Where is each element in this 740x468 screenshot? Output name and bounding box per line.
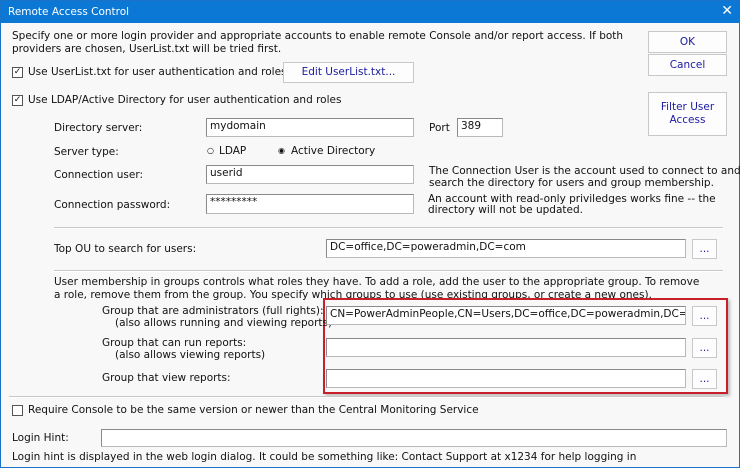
admin-group-browse-button[interactable]: ... bbox=[692, 306, 717, 326]
close-icon[interactable]: ✕ bbox=[721, 3, 733, 19]
login-hint-help: Login hint is displayed in the web login… bbox=[12, 451, 637, 463]
remote-access-dialog: Remote Access Control ✕ Specify one or m… bbox=[0, 0, 740, 468]
port-input[interactable]: 389 bbox=[457, 118, 503, 137]
login-hint-label: Login Hint: bbox=[12, 432, 69, 444]
connection-password-input[interactable]: ********* bbox=[206, 194, 414, 214]
cancel-button[interactable]: Cancel bbox=[648, 54, 727, 76]
run-reports-group-browse-button[interactable]: ... bbox=[692, 338, 717, 358]
require-console-checkbox[interactable] bbox=[12, 405, 23, 416]
connection-user-help-1: The Connection User is the account used … bbox=[429, 165, 740, 177]
membership-text-1: User membership in groups controls what … bbox=[54, 276, 700, 288]
divider bbox=[9, 396, 723, 398]
connection-user-label: Connection user: bbox=[54, 169, 144, 181]
port-label: Port bbox=[429, 122, 450, 134]
use-userlist-checkbox[interactable]: ✓ bbox=[12, 67, 23, 78]
run-reports-group-sublabel: (also allows viewing reports) bbox=[115, 349, 266, 361]
divider bbox=[54, 270, 723, 272]
admin-group-sublabel: (also allows running and viewing reports… bbox=[115, 317, 333, 329]
view-reports-group-label: Group that view reports: bbox=[102, 372, 231, 384]
use-ldap-label: Use LDAP/Active Directory for user authe… bbox=[28, 94, 342, 106]
ldap-radio[interactable]: ○ bbox=[206, 147, 215, 156]
ok-button[interactable]: OK bbox=[648, 31, 727, 53]
server-type-label: Server type: bbox=[54, 146, 119, 158]
directory-server-label: Directory server: bbox=[54, 122, 143, 134]
filter-user-access-button[interactable]: Filter User Access bbox=[648, 92, 727, 136]
divider bbox=[54, 227, 723, 229]
view-reports-group-input[interactable] bbox=[326, 369, 686, 388]
connection-password-help-2: directory will not be updated. bbox=[428, 204, 583, 216]
require-console-label: Require Console to be the same version o… bbox=[28, 404, 479, 416]
connection-password-label: Connection password: bbox=[54, 199, 171, 211]
top-ou-input[interactable]: DC=office,DC=poweradmin,DC=com bbox=[326, 239, 686, 258]
edit-userlist-button[interactable]: Edit UserList.txt... bbox=[283, 62, 414, 83]
top-ou-browse-button[interactable]: ... bbox=[692, 239, 717, 259]
admin-group-label: Group that are administrators (full righ… bbox=[102, 305, 324, 317]
window-title: Remote Access Control bbox=[8, 6, 130, 18]
active-directory-radio[interactable]: ◉ bbox=[277, 147, 286, 156]
intro-line-2: providers are chosen, UserList.txt will … bbox=[12, 43, 282, 55]
run-reports-group-label: Group that can run reports: bbox=[102, 337, 247, 349]
use-ldap-checkbox[interactable]: ✓ bbox=[12, 95, 23, 106]
view-reports-group-browse-button[interactable]: ... bbox=[692, 369, 717, 389]
active-directory-radio-label: Active Directory bbox=[291, 145, 376, 157]
use-userlist-label: Use UserList.txt for user authentication… bbox=[28, 66, 287, 78]
directory-server-input[interactable]: mydomain bbox=[206, 118, 414, 137]
intro-line-1: Specify one or more login provider and a… bbox=[12, 30, 624, 42]
connection-user-input[interactable]: userid bbox=[206, 165, 414, 184]
login-hint-input[interactable] bbox=[101, 429, 727, 447]
top-ou-label: Top OU to search for users: bbox=[54, 243, 197, 255]
admin-group-input[interactable]: CN=PowerAdminPeople,CN=Users,DC=office,D… bbox=[326, 306, 686, 325]
connection-user-help-2: search the directory for users and group… bbox=[429, 177, 714, 189]
run-reports-group-input[interactable] bbox=[326, 338, 686, 357]
title-bar: Remote Access Control ✕ bbox=[1, 1, 739, 23]
ldap-radio-label: LDAP bbox=[219, 145, 247, 157]
